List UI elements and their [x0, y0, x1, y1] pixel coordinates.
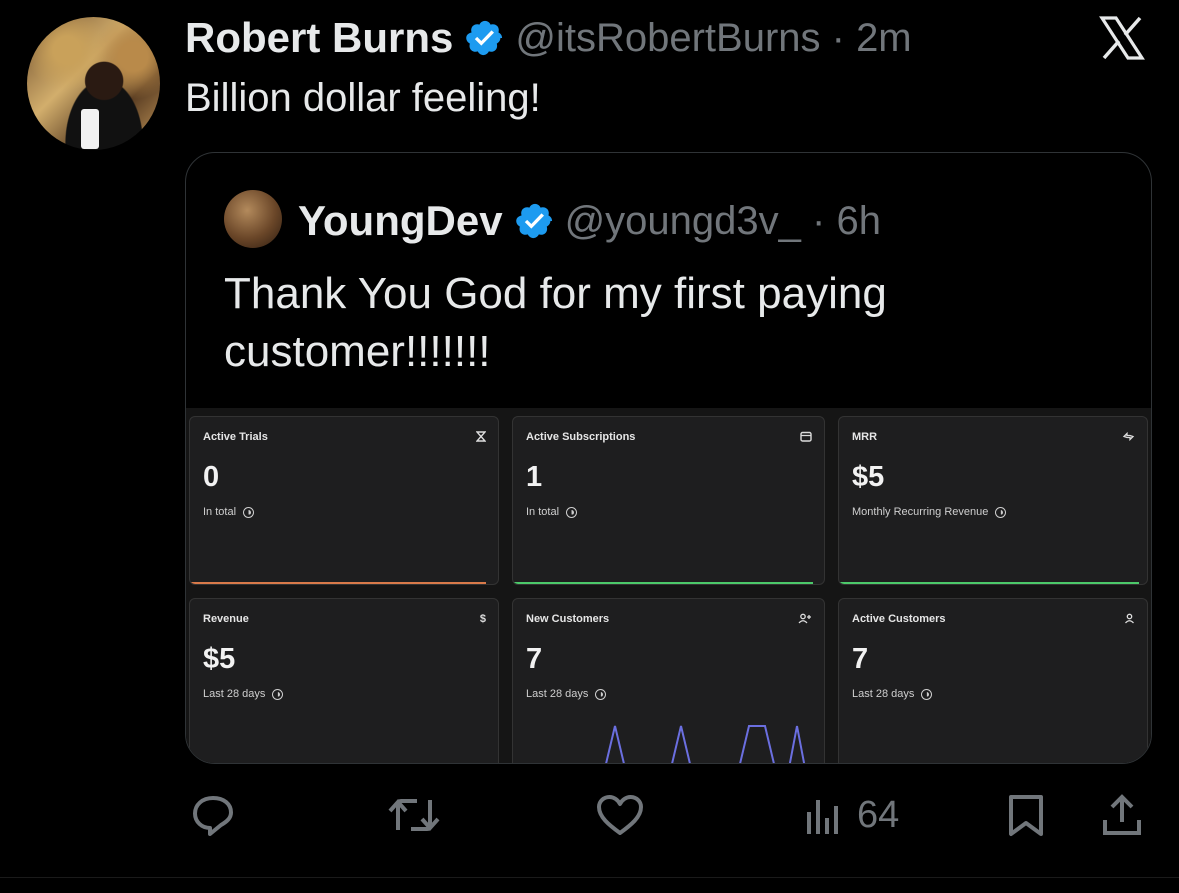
info-icon — [566, 506, 578, 518]
verified-badge-icon — [465, 18, 505, 58]
x-logo-icon — [1098, 14, 1146, 62]
retweet-button[interactable] — [387, 785, 441, 845]
card-value: 7 — [526, 643, 543, 675]
hourglass-icon — [475, 431, 487, 445]
dollar-icon: $ — [479, 613, 486, 625]
card-active-customers: Active Customers 7 Last 28 days — [838, 598, 1148, 763]
bookmark-icon — [1005, 792, 1047, 838]
tweet-time[interactable]: 2m — [856, 16, 912, 61]
author-avatar[interactable] — [27, 17, 160, 150]
like-button[interactable] — [595, 785, 645, 845]
card-title: Active Customers — [852, 613, 946, 625]
card-value: $5 — [203, 643, 236, 675]
user-plus-icon — [798, 613, 812, 627]
info-icon — [243, 506, 255, 518]
tweet-header: Robert Burns @itsRobertBurns · 2m — [185, 12, 912, 64]
quoted-tweet-text: Thank You God for my first paying custom… — [224, 269, 887, 376]
verified-badge-icon — [515, 201, 555, 241]
quoted-tweet-card[interactable]: YoungDev @youngd3v_ · 6h Thank You God f… — [185, 152, 1152, 764]
card-value: 1 — [526, 461, 543, 493]
card-accent-bar — [190, 582, 486, 584]
user-icon — [1124, 613, 1135, 627]
quoted-tweet-header: YoungDev @youngd3v_ · 6h — [298, 193, 881, 249]
reply-button[interactable] — [190, 785, 236, 845]
card-active-trials: Active Trials 0 In total — [189, 416, 499, 585]
tweet-action-bar: 64 — [185, 785, 1145, 845]
quoted-author-avatar[interactable] — [224, 190, 282, 248]
separator-dot: · — [800, 198, 837, 243]
card-subtitle: Monthly Recurring Revenue — [852, 506, 989, 518]
card-value: 0 — [203, 461, 220, 493]
author-handle[interactable]: @itsRobertBurns — [515, 16, 820, 61]
card-title: New Customers — [526, 613, 610, 625]
repeat-icon — [1122, 431, 1135, 445]
views-chart-icon — [803, 792, 843, 838]
card-accent-bar — [839, 582, 1139, 584]
card-subtitle: Last 28 days — [203, 688, 266, 700]
bookmark-button[interactable] — [1005, 785, 1047, 845]
quoted-author-name[interactable]: YoungDev — [298, 197, 503, 245]
card-value: 7 — [852, 643, 869, 675]
share-icon — [1099, 792, 1145, 838]
reply-icon — [190, 792, 236, 838]
card-value: $5 — [852, 461, 885, 493]
info-icon — [921, 688, 933, 700]
info-icon — [272, 688, 284, 700]
heart-icon — [595, 792, 645, 838]
card-active-subscriptions: Active Subscriptions 1 In total — [512, 416, 825, 585]
card-title: Revenue — [203, 613, 249, 625]
dashboard-screenshot[interactable]: Active Trials 0 In total Active Subscrip… — [186, 408, 1151, 763]
card-mrr: MRR $5 Monthly Recurring Revenue — [838, 416, 1148, 585]
info-icon — [995, 506, 1007, 518]
quoted-author-handle[interactable]: @youngd3v_ — [565, 199, 801, 244]
separator-dot: · — [820, 15, 857, 60]
card-subtitle: Last 28 days — [526, 688, 589, 700]
retweet-icon — [387, 792, 441, 838]
card-title: Active Subscriptions — [526, 431, 636, 443]
share-button[interactable] — [1099, 785, 1145, 845]
card-title: Active Trials — [203, 431, 268, 443]
card-accent-bar — [513, 582, 813, 584]
card-revenue: Revenue $ $5 Last 28 days — [189, 598, 499, 763]
divider — [0, 877, 1179, 878]
views-button[interactable]: 64 — [803, 785, 899, 845]
calendar-icon — [800, 431, 812, 445]
author-name[interactable]: Robert Burns — [185, 14, 453, 62]
card-title: MRR — [852, 431, 878, 443]
card-subtitle: In total — [203, 506, 237, 518]
new-customers-sparkline — [605, 725, 806, 763]
info-icon — [595, 688, 607, 700]
card-subtitle: Last 28 days — [852, 688, 915, 700]
card-subtitle: In total — [526, 506, 560, 518]
views-count: 64 — [857, 793, 900, 836]
card-new-customers: New Customers 7 Last 28 days — [512, 598, 825, 763]
tweet-text: Billion dollar feeling! — [185, 76, 541, 120]
quoted-tweet-time[interactable]: 6h — [836, 199, 881, 244]
